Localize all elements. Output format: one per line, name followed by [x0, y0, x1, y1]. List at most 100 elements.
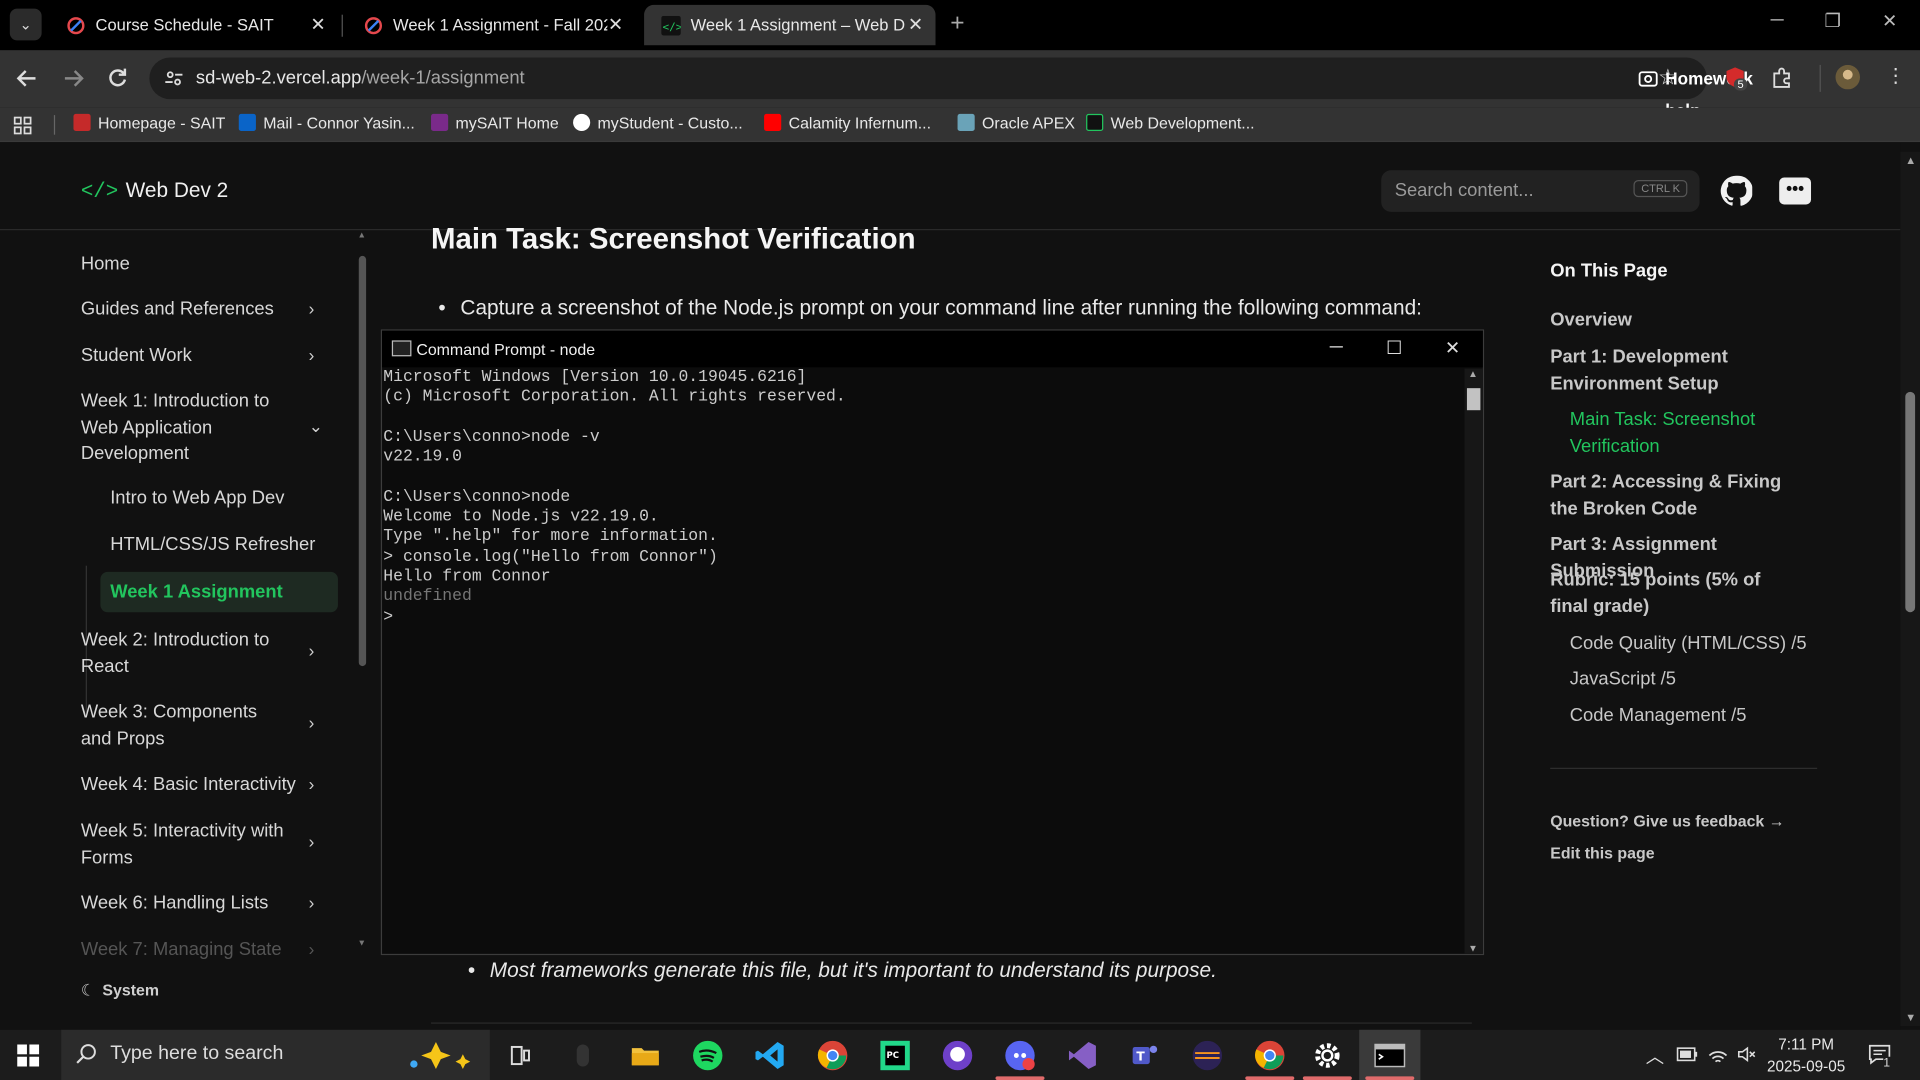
site-info-icon[interactable]: [164, 69, 184, 89]
chevron-right-icon[interactable]: ›: [309, 345, 315, 365]
tab-course-schedule[interactable]: Course Schedule - SAIT ✕: [49, 5, 338, 45]
pycharm-icon[interactable]: PC: [879, 1040, 911, 1072]
sidebar-item-home[interactable]: Home: [81, 251, 314, 277]
page-scrollbar-thumb[interactable]: [1905, 391, 1916, 613]
minimize-window-icon[interactable]: ─: [1771, 10, 1784, 31]
restore-window-icon[interactable]: ❐: [1824, 10, 1840, 32]
maximize-icon[interactable]: ☐: [1386, 337, 1402, 359]
github-desktop-icon[interactable]: [942, 1040, 974, 1072]
toc-item-code-management[interactable]: Code Management /5: [1570, 703, 1747, 729]
sidebar-item-week-3[interactable]: Week 3: Components and Props: [81, 699, 289, 752]
scroll-up-arrow-icon[interactable]: ▲: [1905, 154, 1916, 166]
chevron-right-icon[interactable]: ›: [309, 640, 315, 660]
chat-button[interactable]: •••: [1779, 177, 1812, 205]
profile-avatar[interactable]: [1835, 64, 1861, 90]
sidebar-scrollbar-thumb[interactable]: [358, 255, 367, 667]
tab-week1-fall2025[interactable]: Week 1 Assignment - Fall 2025 ✕: [347, 5, 636, 45]
terminal-prompt-line[interactable]: >: [383, 608, 1464, 628]
bookmark-oracle-apex[interactable]: Oracle APEX: [957, 113, 1075, 132]
volume-muted-icon[interactable]: [1736, 1044, 1756, 1064]
wifi-icon[interactable]: [1708, 1044, 1728, 1064]
page-scrollbar[interactable]: ▲ ▼: [1900, 151, 1920, 1027]
browser-menu-icon[interactable]: ⋮: [1886, 64, 1906, 88]
chevron-right-icon[interactable]: ›: [309, 713, 315, 733]
command-prompt-titlebar[interactable]: Command Prompt - node ─ ☐ ✕: [382, 330, 1483, 368]
bookmark-mystudent[interactable]: myStudent - Custo...: [573, 113, 743, 132]
bookmark-star-icon[interactable]: ☆: [1658, 65, 1678, 91]
sidebar-item-week-4[interactable]: Week 4: Basic Interactivity: [81, 771, 314, 797]
minimize-icon[interactable]: ─: [1330, 337, 1343, 358]
tab-search-button[interactable]: ⌄: [9, 8, 42, 41]
terminal-scrollbar[interactable]: ▲ ▼: [1464, 368, 1483, 954]
bookmark-mysait[interactable]: mySAIT Home: [431, 113, 559, 132]
edit-page-link[interactable]: Edit this page: [1550, 844, 1654, 862]
scroll-down-arrow-icon[interactable]: ▼: [358, 939, 366, 948]
sidebar-item-week-7[interactable]: Week 7: Managing State: [81, 937, 314, 963]
extensions-puzzle-icon[interactable]: [1771, 66, 1793, 88]
settings-gear-icon[interactable]: [1311, 1040, 1343, 1072]
sidebar-item-guides[interactable]: Guides and References: [81, 296, 314, 322]
address-bar[interactable]: sd-web-2.vercel.app/week-1/assignment Ho…: [149, 57, 1753, 120]
visual-studio-icon[interactable]: [1067, 1040, 1099, 1072]
chevron-right-icon[interactable]: ›: [309, 831, 315, 851]
scroll-down-arrow-icon[interactable]: ▼: [1468, 943, 1478, 954]
homework-help-button[interactable]: Homework help: [1626, 62, 1768, 120]
eclipse-icon[interactable]: [1191, 1040, 1223, 1072]
toc-item-part-1[interactable]: Part 1: Development Environment Setup: [1550, 344, 1819, 397]
close-window-icon[interactable]: ✕: [1882, 10, 1897, 32]
mouse-app-icon[interactable]: [567, 1040, 599, 1072]
bookmark-calamity[interactable]: Calamity Infernum...: [764, 113, 931, 132]
chevron-right-icon[interactable]: ›: [309, 774, 315, 794]
toc-item-rubric[interactable]: Rubric: 15 points (5% of final grade): [1550, 567, 1795, 620]
forward-arrow-icon[interactable]: [62, 67, 84, 89]
toc-item-javascript[interactable]: JavaScript /5: [1570, 666, 1676, 692]
system-clock[interactable]: 7:11 PM 2025-09-05: [1763, 1033, 1849, 1077]
scroll-down-arrow-icon[interactable]: ▼: [1905, 1011, 1916, 1023]
scroll-up-arrow-icon[interactable]: ▲: [358, 231, 366, 240]
windows-start-icon[interactable]: [17, 1044, 40, 1067]
back-arrow-icon[interactable]: [16, 67, 38, 89]
discord-icon[interactable]: [1004, 1040, 1036, 1072]
feedback-link[interactable]: Question? Give us feedback →: [1550, 812, 1784, 830]
sidebar-item-intro-web-app-dev[interactable]: Intro to Web App Dev: [110, 487, 284, 508]
close-tab-icon[interactable]: ✕: [310, 13, 325, 36]
taskbar-search-input[interactable]: Type here to search: [61, 1029, 490, 1080]
battery-icon[interactable]: [1676, 1047, 1698, 1062]
sidebar-scrollbar[interactable]: [358, 246, 367, 946]
apps-grid-icon[interactable]: [13, 116, 33, 136]
sidebar-item-student-work[interactable]: Student Work: [81, 343, 314, 369]
terminal-output[interactable]: Microsoft Windows [Version 10.0.19045.62…: [382, 369, 1464, 954]
sidebar-item-week-2[interactable]: Week 2: Introduction to React: [81, 627, 289, 680]
close-icon[interactable]: ✕: [1445, 337, 1460, 359]
bookmark-mail[interactable]: Mail - Connor Yasin...: [238, 113, 415, 132]
new-tab-button[interactable]: +: [950, 10, 964, 38]
sidebar-item-week-5[interactable]: Week 5: Interactivity with Forms: [81, 818, 289, 871]
theme-toggle[interactable]: ☾ System: [81, 981, 159, 1001]
sidebar-item-week-6[interactable]: Week 6: Handling Lists: [81, 890, 314, 916]
toc-item-part-2[interactable]: Part 2: Accessing & Fixing the Broken Co…: [1550, 469, 1795, 522]
task-view-icon[interactable]: [504, 1040, 536, 1072]
tab-week1-webdev[interactable]: </> Week 1 Assignment – Web Dev ✕: [644, 4, 936, 46]
sidebar-item-html-css-js-refresher[interactable]: HTML/CSS/JS Refresher: [110, 534, 315, 555]
chevron-right-icon[interactable]: ›: [309, 893, 315, 913]
toc-item-overview[interactable]: Overview: [1550, 307, 1632, 333]
chevron-right-icon[interactable]: ›: [309, 939, 315, 959]
search-input[interactable]: Search content... CTRL K: [1381, 170, 1700, 212]
command-prompt-taskbar-icon[interactable]: [1374, 1040, 1406, 1072]
toc-item-code-quality[interactable]: Code Quality (HTML/CSS) /5: [1570, 631, 1807, 657]
file-explorer-icon[interactable]: [629, 1040, 661, 1072]
close-tab-icon[interactable]: ✕: [908, 13, 923, 36]
close-tab-icon[interactable]: ✕: [608, 13, 623, 36]
github-icon[interactable]: [1720, 175, 1753, 207]
extension-shield-icon[interactable]: 5: [1724, 66, 1748, 94]
teams-icon[interactable]: T: [1129, 1040, 1161, 1072]
chevron-right-icon[interactable]: ›: [309, 299, 315, 319]
command-prompt-window[interactable]: Command Prompt - node ─ ☐ ✕ Microsoft Wi…: [380, 329, 1485, 956]
spotify-icon[interactable]: [692, 1040, 724, 1072]
terminal-scrollbar-thumb[interactable]: [1466, 388, 1481, 411]
vscode-icon[interactable]: [754, 1040, 786, 1072]
reload-icon[interactable]: [107, 67, 129, 89]
sidebar-item-week-1-assignment[interactable]: Week 1 Assignment: [100, 571, 338, 613]
chevron-down-icon[interactable]: ⌄: [309, 416, 323, 437]
sidebar-item-week-1[interactable]: Week 1: Introduction to Web Application …: [81, 388, 301, 467]
